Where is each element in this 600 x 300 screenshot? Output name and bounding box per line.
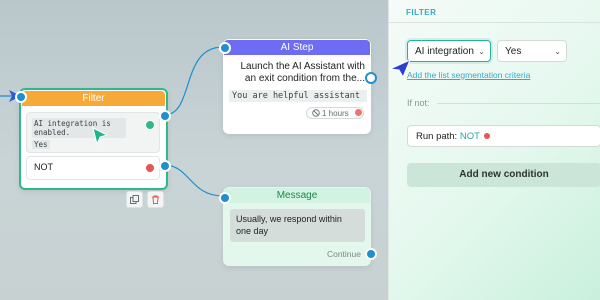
if-not-label: If not:	[407, 98, 430, 108]
message-output-handle[interactable]	[365, 248, 377, 260]
if-not-divider	[437, 103, 600, 104]
mouse-cursor-icon	[92, 127, 109, 150]
message-continue-label: Continue	[326, 249, 361, 259]
add-segmentation-link[interactable]: Add the list segmentation criteria	[407, 70, 530, 80]
timeout-status-dot	[355, 109, 362, 116]
run-path-label: Run path:	[416, 131, 458, 142]
not-status-dot	[145, 163, 155, 173]
condition-status-dot	[145, 120, 155, 130]
ai-step-node[interactable]: AI Step Launch the AI Assistant with an …	[223, 39, 371, 134]
canvas[interactable]: Filter AI integration is enabled. Yes NO…	[0, 0, 600, 300]
panel-divider	[389, 22, 600, 23]
message-title: Message	[224, 188, 370, 203]
field-select[interactable]: AI integration ⌄	[407, 40, 491, 62]
condition-text: AI integration is enabled.	[32, 118, 126, 138]
ai-step-description: Launch the AI Assistant with an exit con…	[240, 61, 365, 84]
copy-node-button[interactable]	[126, 191, 143, 208]
condition-value: Yes	[32, 140, 50, 149]
clock-icon	[312, 109, 320, 117]
panel-title: FILTER	[406, 8, 437, 17]
run-path-select[interactable]: Run path: NOT	[407, 125, 600, 147]
wire-not-to-message	[163, 164, 224, 197]
filter-node-title: Filter	[22, 91, 165, 106]
value-select-value: Yes	[505, 46, 522, 57]
value-select[interactable]: Yes ⌄	[497, 40, 567, 62]
run-path-dot	[484, 133, 491, 139]
not-label: NOT	[34, 162, 53, 172]
filter-settings-panel: FILTER AI integration ⌄ Yes ⌄ Add the li…	[388, 0, 600, 300]
field-select-value: AI integration	[415, 46, 474, 57]
timeout-label: 1 hours	[322, 109, 349, 118]
ai-step-prompt: You are helpful assistant	[229, 90, 367, 102]
wire-filter-to-ai	[163, 46, 224, 116]
trash-icon	[152, 195, 159, 204]
chevron-down-icon: ⌄	[554, 47, 561, 56]
filter-not-card[interactable]: NOT	[26, 156, 160, 180]
filter-input-handle[interactable]	[15, 91, 27, 103]
ai-step-output-handle[interactable]	[365, 72, 377, 84]
copy-icon	[130, 195, 139, 204]
ai-step-title: AI Step	[224, 40, 370, 55]
filter-output-handle-yes[interactable]	[159, 110, 171, 122]
add-condition-button[interactable]: Add new condition	[407, 163, 600, 187]
message-node[interactable]: Message Usually, we respond within one d…	[223, 187, 371, 266]
message-input-handle[interactable]	[219, 192, 231, 204]
ai-step-input-handle[interactable]	[219, 42, 231, 54]
filter-output-handle-not[interactable]	[159, 160, 171, 172]
chevron-down-icon: ⌄	[478, 47, 485, 56]
pointer-arrow-icon	[388, 58, 411, 83]
message-body: Usually, we respond within one day	[230, 209, 365, 242]
delete-node-button[interactable]	[147, 191, 164, 208]
run-path-value: NOT	[459, 131, 480, 142]
